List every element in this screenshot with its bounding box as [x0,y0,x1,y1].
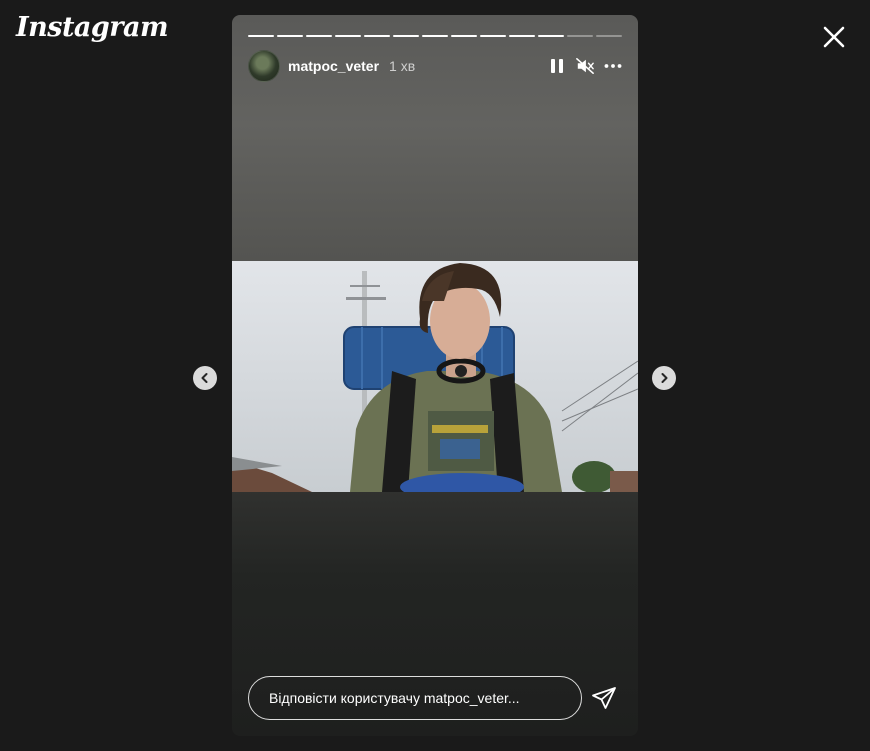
story-controls [548,57,622,75]
instagram-logo[interactable]: Instagram [16,12,169,43]
pause-button[interactable] [548,57,566,75]
progress-segment [422,35,448,37]
progress-segment [480,35,506,37]
progress-segment [364,35,390,37]
story-photo [232,261,638,492]
pause-icon [551,59,563,73]
progress-segment [335,35,361,37]
reply-input[interactable] [248,676,582,720]
more-options-icon [604,64,622,68]
story-timestamp: 1 хв [389,58,416,74]
story-photo-image [232,261,638,492]
chevron-left-icon [201,373,208,383]
progress-segment [451,35,477,37]
more-options-button[interactable] [604,57,622,75]
reply-bar [248,676,622,720]
muted-speaker-icon [576,57,594,75]
close-button[interactable] [818,21,850,53]
story-header: matpoc_veter 1 хв [248,50,622,82]
next-story-button[interactable] [652,366,676,390]
story-viewer[interactable]: matpoc_veter 1 хв [232,15,638,736]
progress-segment [596,35,622,37]
close-icon [823,26,845,48]
progress-segment [277,35,303,37]
mute-button[interactable] [576,57,594,75]
send-paper-plane-icon [592,687,616,709]
progress-segment [306,35,332,37]
progress-segment [567,35,593,37]
avatar[interactable] [248,50,280,82]
chevron-right-icon [661,373,668,383]
send-button[interactable] [590,684,618,712]
progress-segment [248,35,274,37]
progress-segment [509,35,535,37]
story-progress-bar [248,35,622,37]
progress-segment [538,35,564,37]
previous-story-button[interactable] [193,366,217,390]
username-link[interactable]: matpoc_veter [288,58,379,74]
progress-segment [393,35,419,37]
